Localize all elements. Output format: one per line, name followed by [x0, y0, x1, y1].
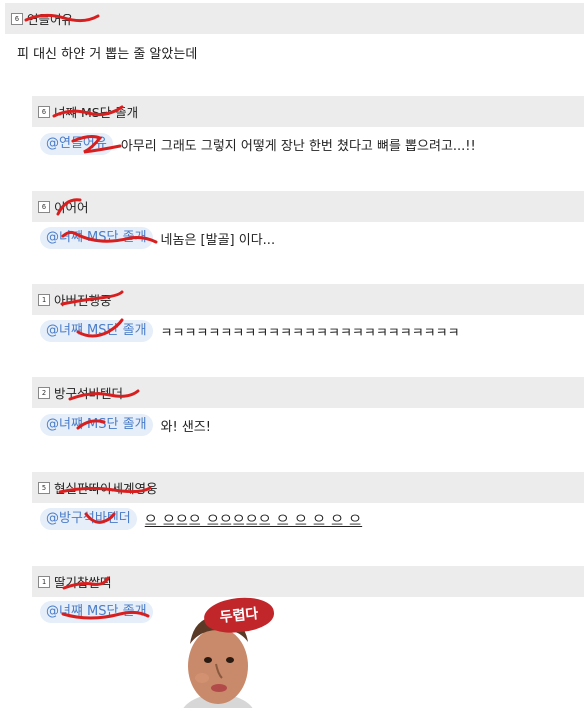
nickname[interactable]: 현실판따이세계영웅: [54, 478, 158, 497]
level-icon: 1: [38, 575, 50, 588]
reply-text: 네놈은 [발골] 이다...: [160, 232, 276, 248]
level-icon: 6: [38, 105, 50, 118]
reply-body: @방구석바텐더 으 으으으 으으으으으 으 으 으 으 으: [40, 508, 362, 530]
sticker-image: 두렵다: [178, 594, 278, 719]
mention-tag[interactable]: @방구석바텐더: [40, 508, 137, 530]
level-icon: 5: [38, 481, 50, 494]
nickname[interactable]: 방구석바텐더: [54, 383, 123, 402]
reply-body: @녀쨰 MS단 졸개 ㅋㅋㅋㅋㅋㅋㅋㅋㅋㅋㅋㅋㅋㅋㅋㅋㅋㅋㅋㅋㅋㅋㅋㅋㅋ: [40, 320, 460, 342]
reply-body: @녀쨰 MS단 졸개 와! 샌즈!: [40, 414, 211, 436]
comment-header: 6 연들어유: [5, 3, 584, 34]
mention-tag[interactable]: @녀쨰 MS단 졸개: [40, 227, 153, 249]
mention-tag[interactable]: @녀쨰 MS단 졸개: [40, 414, 153, 436]
comment-header: 2 방구석바텐더: [32, 377, 584, 408]
nickname[interactable]: 아버진행중: [54, 290, 112, 309]
sticker-text: 두렵다: [219, 606, 260, 626]
reply-text: 으 으으으 으으으으으 으 으 으 으 으: [144, 513, 363, 529]
comment-header: 6 녀쨰 MS단 졸개: [32, 96, 584, 127]
mention-tag[interactable]: @녀쨰 MS단 졸개: [40, 601, 153, 623]
reply-text: 와! 샌즈!: [160, 419, 211, 435]
nickname[interactable]: 이어어: [54, 197, 89, 216]
reply-text: 아무리 그래도 그렇지 어떻게 장난 한번 쳤다고 뼈를 뽑으려고...!!: [120, 138, 476, 154]
level-icon: 2: [38, 386, 50, 399]
reply-body: @녀쨰 MS단 졸개: [40, 601, 161, 623]
level-icon: 1: [38, 293, 50, 306]
reply-text: ㅋㅋㅋㅋㅋㅋㅋㅋㅋㅋㅋㅋㅋㅋㅋㅋㅋㅋㅋㅋㅋㅋㅋㅋㅋ: [160, 325, 460, 341]
mention-tag[interactable]: @녀쨰 MS단 졸개: [40, 320, 153, 342]
mention-tag[interactable]: @연들어유: [40, 133, 113, 155]
nickname[interactable]: 녀쨰 MS단 졸개: [54, 102, 138, 121]
nickname[interactable]: 딸기찹쌀떡: [54, 572, 112, 591]
comment-header: 5 현실판따이세계영웅: [32, 472, 584, 503]
comment-header: 6 이어어: [32, 191, 584, 222]
comment-header: 1 딸기찹쌀떡: [32, 566, 584, 597]
nickname[interactable]: 연들어유: [27, 9, 73, 28]
level-icon: 6: [11, 12, 23, 25]
reply-body: @연들어유 아무리 그래도 그렇지 어떻게 장난 한번 쳤다고 뼈를 뽑으려고.…: [40, 133, 476, 155]
level-icon: 6: [38, 200, 50, 213]
comment-header: 1 아버진행중: [32, 284, 584, 315]
reply-body: @녀쨰 MS단 졸개 네놈은 [발골] 이다...: [40, 227, 275, 249]
comment-text: 피 대신 하얀 거 뽑는 줄 알았는데: [17, 47, 198, 62]
